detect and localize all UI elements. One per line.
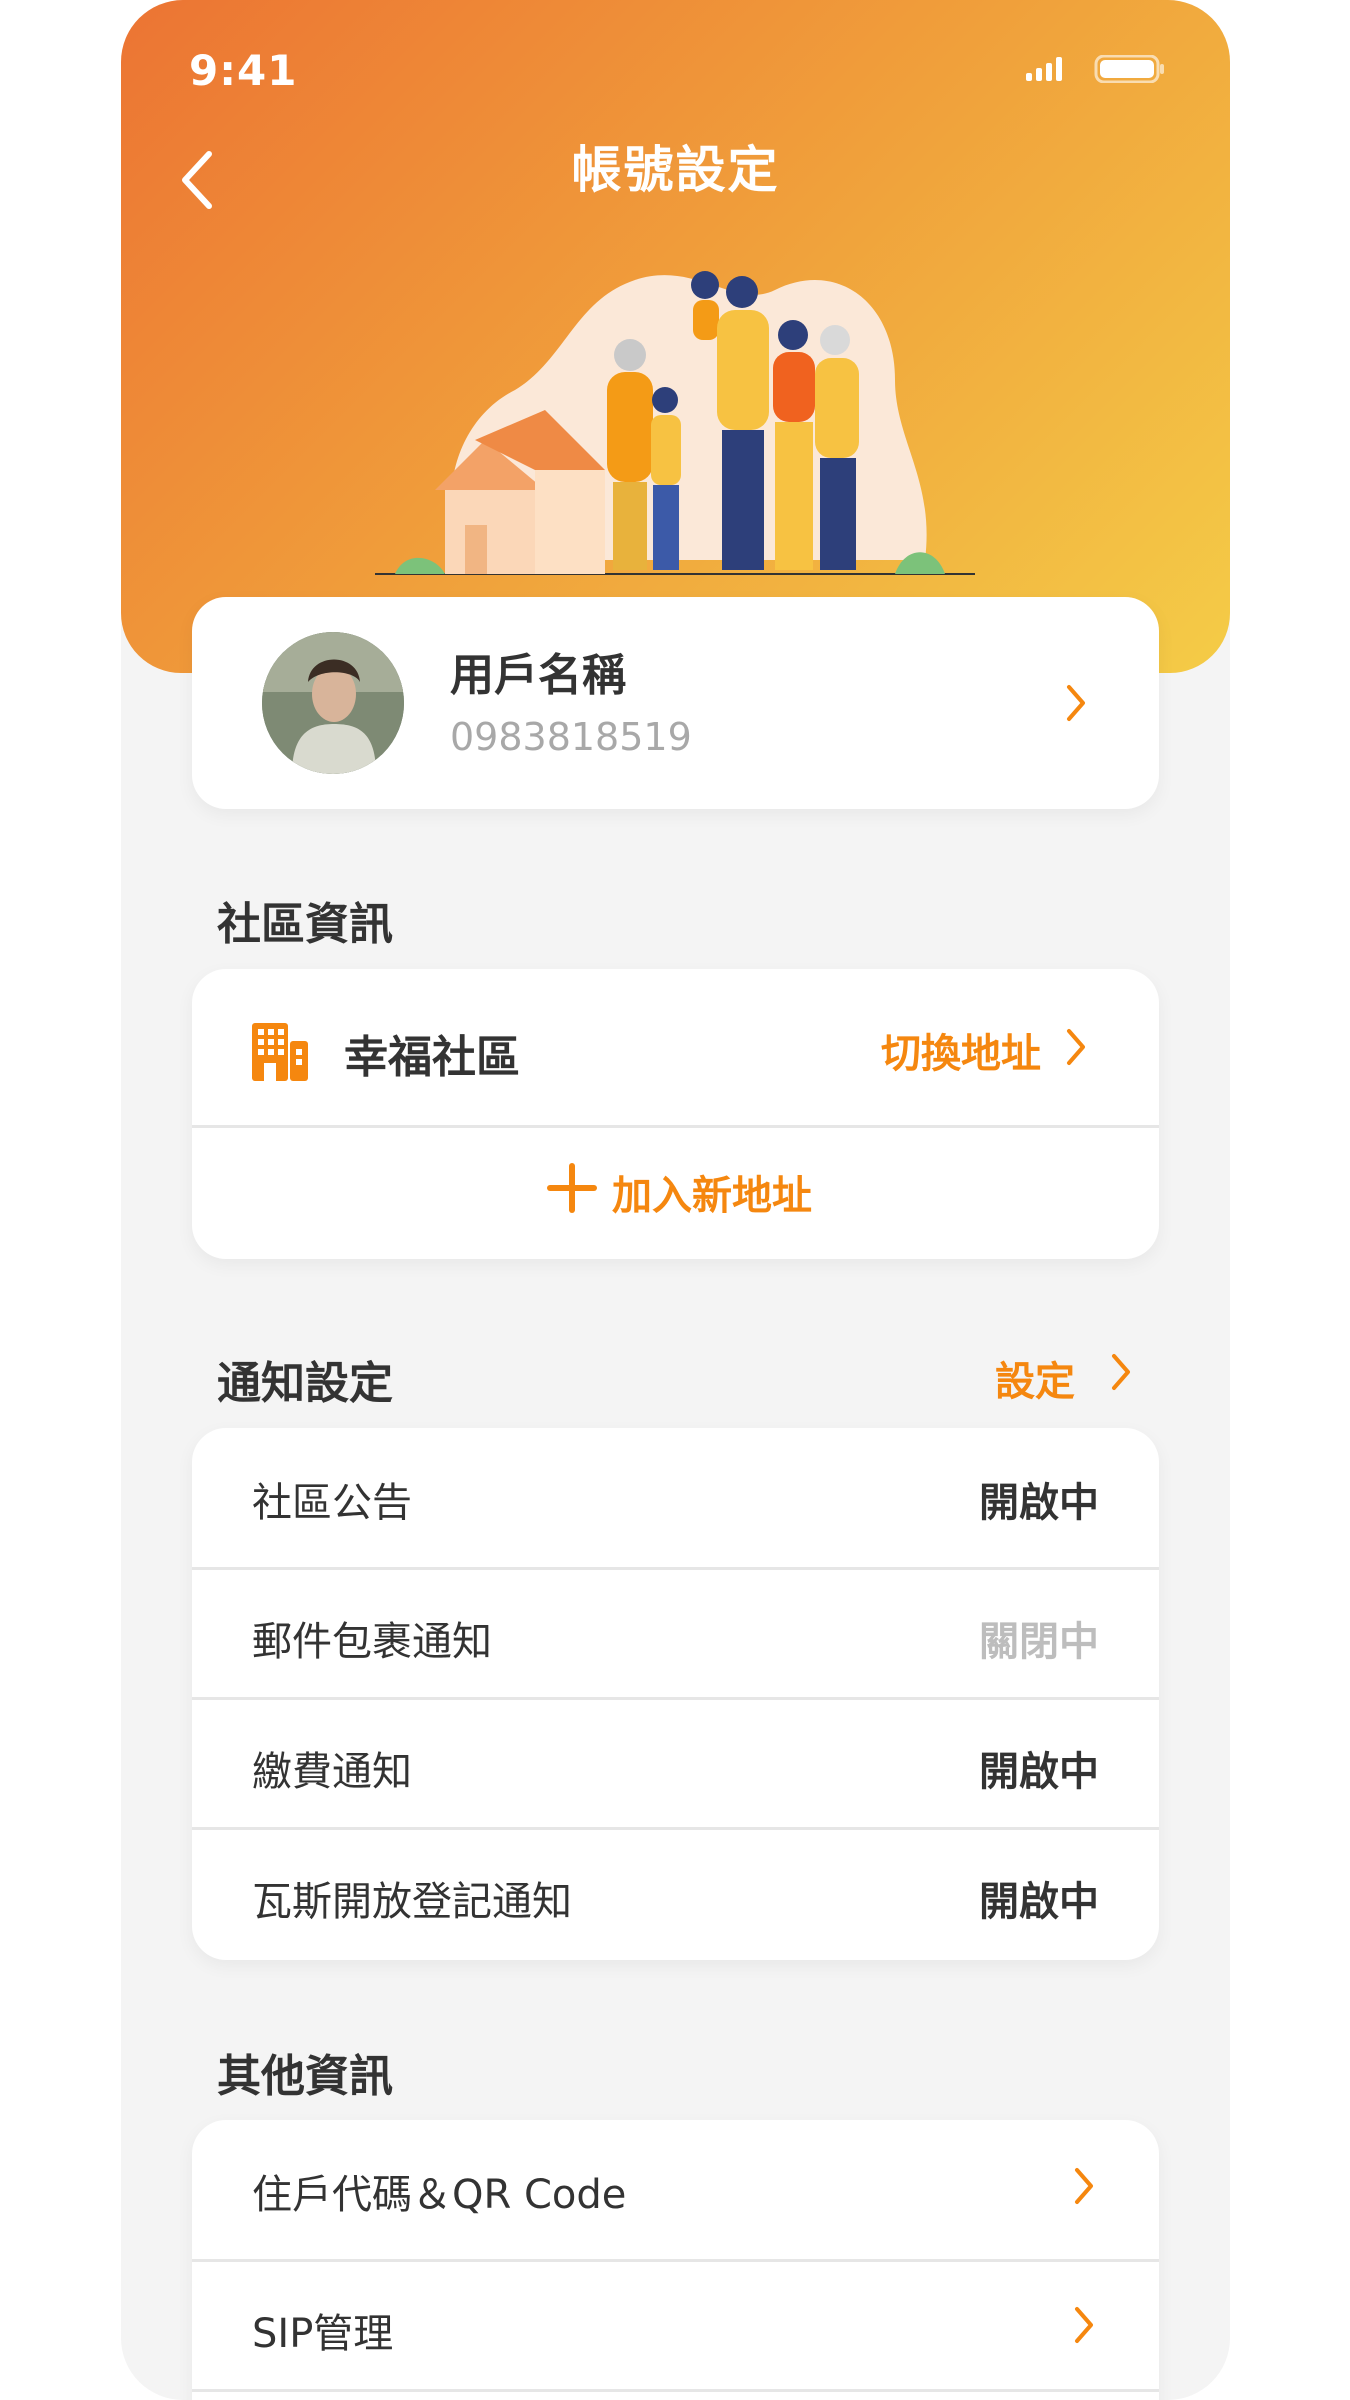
other-item-label: 住戶代碼＆QR Code <box>252 2172 627 2218</box>
notification-label: 瓦斯開放登記通知 <box>252 1879 572 1925</box>
add-address-button[interactable]: 加入新地址 <box>192 1127 1159 1259</box>
other-section-title: 其他資訊 <box>217 2051 393 2102</box>
user-name: 用戶名稱 <box>450 650 626 701</box>
community-card: 幸福社區 切換地址 加入新地址 <box>192 969 1159 1259</box>
avatar <box>262 632 404 774</box>
app-screen: 9:41 帳號設定 用戶名稱 0983818519 社區資訊 幸福社區 切換地址… <box>121 0 1230 2400</box>
notification-label: 郵件包裹通知 <box>252 1619 492 1665</box>
chevron-right-icon[interactable] <box>1069 2303 1099 2347</box>
chevron-right-icon[interactable] <box>1061 1025 1091 1069</box>
notification-section-title: 通知設定 <box>217 1358 393 1409</box>
notification-status: 開啟中 <box>979 1879 1099 1925</box>
notification-status: 開啟中 <box>979 1749 1099 1795</box>
chevron-right-icon[interactable] <box>1069 2164 1099 2208</box>
avatar-photo <box>262 632 404 774</box>
profile-card[interactable]: 用戶名稱 0983818519 <box>192 597 1159 809</box>
status-icons <box>1026 55 1164 83</box>
page-title: 帳號設定 <box>571 141 780 199</box>
other-item-label: SIP管理 <box>252 2311 394 2357</box>
community-row[interactable]: 幸福社區 切換地址 <box>192 969 1159 1125</box>
battery-icon <box>1094 55 1164 83</box>
notification-card: 社區公告 開啟中 郵件包裹通知 關閉中 繳費通知 開啟中 瓦斯開放登記通知 開啟… <box>192 1428 1159 1960</box>
add-address-label: 加入新地址 <box>612 1173 812 1219</box>
notification-settings-link[interactable]: 設定 <box>995 1349 1075 1407</box>
user-phone: 0983818519 <box>450 715 692 759</box>
divider <box>192 2389 1159 2392</box>
list-item[interactable]: 瓦斯開放登記通知 開啟中 <box>192 1827 1159 1957</box>
chevron-right-icon[interactable] <box>1106 1350 1136 1394</box>
community-name: 幸福社區 <box>344 1032 520 1083</box>
building-icon <box>252 1023 308 1081</box>
signal-icon <box>1026 57 1062 81</box>
notification-label: 繳費通知 <box>252 1749 412 1795</box>
status-time: 9:41 <box>189 46 298 95</box>
list-item[interactable]: 住戶代碼＆QR Code <box>192 2120 1159 2250</box>
plus-icon <box>547 1163 597 1213</box>
notification-label: 社區公告 <box>252 1480 412 1526</box>
list-item[interactable]: 社區公告 開啟中 <box>192 1428 1159 1558</box>
list-item[interactable]: 郵件包裹通知 關閉中 <box>192 1567 1159 1697</box>
community-section-title: 社區資訊 <box>217 899 393 950</box>
list-item[interactable]: SIP管理 <box>192 2259 1159 2389</box>
chevron-right-icon[interactable] <box>1061 681 1091 725</box>
switch-address-link[interactable]: 切換地址 <box>881 1021 1041 1079</box>
header: 9:41 帳號設定 <box>121 0 1230 673</box>
list-item[interactable]: 繳費通知 開啟中 <box>192 1697 1159 1827</box>
family-illustration <box>375 271 975 575</box>
other-card: 住戶代碼＆QR Code SIP管理 <box>192 2120 1159 2400</box>
notification-status: 關閉中 <box>979 1619 1099 1665</box>
notification-status: 開啟中 <box>979 1480 1099 1526</box>
